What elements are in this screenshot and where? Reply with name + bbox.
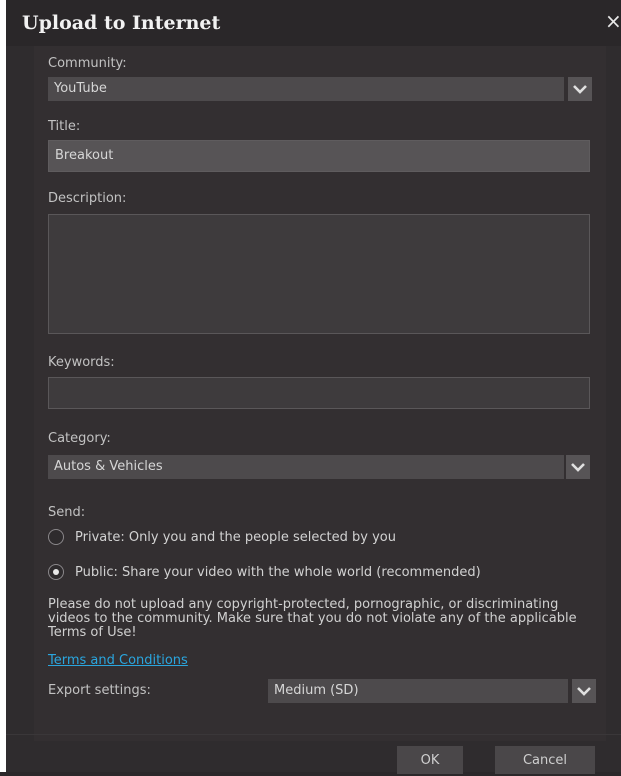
- warning-line: Please do not upload any copyright-prote…: [48, 597, 559, 612]
- cancel-button[interactable]: Cancel: [495, 746, 595, 774]
- title-label: Title:: [48, 119, 81, 134]
- close-icon[interactable]: ×: [605, 10, 621, 32]
- export-settings-select[interactable]: Medium (SD): [268, 679, 568, 703]
- radio-private[interactable]: [48, 529, 64, 545]
- chevron-down-icon[interactable]: [568, 77, 592, 101]
- chevron-down-icon[interactable]: [566, 455, 590, 479]
- warning-line: Terms of Use!: [48, 625, 137, 640]
- radio-public[interactable]: [48, 564, 64, 580]
- ok-button[interactable]: OK: [397, 746, 463, 774]
- description-label: Description:: [48, 191, 127, 206]
- community-label: Community:: [48, 56, 127, 71]
- upload-dialog: Upload to Internet × Community: YouTube …: [6, 0, 621, 774]
- send-private-option[interactable]: Private: Only you and the people selecte…: [48, 529, 396, 545]
- send-private-label: Private: Only you and the people selecte…: [75, 529, 396, 545]
- dialog-title: Upload to Internet: [22, 12, 221, 34]
- warning-text: Please do not upload any copyright-prote…: [48, 598, 608, 640]
- keywords-input[interactable]: [48, 377, 590, 409]
- community-select[interactable]: YouTube: [48, 77, 564, 101]
- send-public-label: Public: Share your video with the whole …: [75, 564, 481, 580]
- terms-link[interactable]: Terms and Conditions: [48, 653, 188, 668]
- chevron-down-icon[interactable]: [572, 679, 596, 703]
- keywords-label: Keywords:: [48, 355, 115, 370]
- send-label: Send:: [48, 505, 86, 520]
- description-textarea[interactable]: [48, 214, 590, 334]
- category-label: Category:: [48, 431, 111, 446]
- title-input[interactable]: Breakout: [48, 140, 590, 172]
- category-select[interactable]: Autos & Vehicles: [48, 455, 564, 479]
- export-settings-label: Export settings:: [48, 683, 151, 698]
- title-bar: Upload to Internet ×: [6, 0, 621, 46]
- send-public-option[interactable]: Public: Share your video with the whole …: [48, 564, 481, 580]
- footer-divider: [6, 734, 621, 735]
- form-panel: Community: YouTube Title: Breakout Descr…: [34, 46, 606, 741]
- warning-line: videos to the community. Make sure that …: [48, 611, 577, 626]
